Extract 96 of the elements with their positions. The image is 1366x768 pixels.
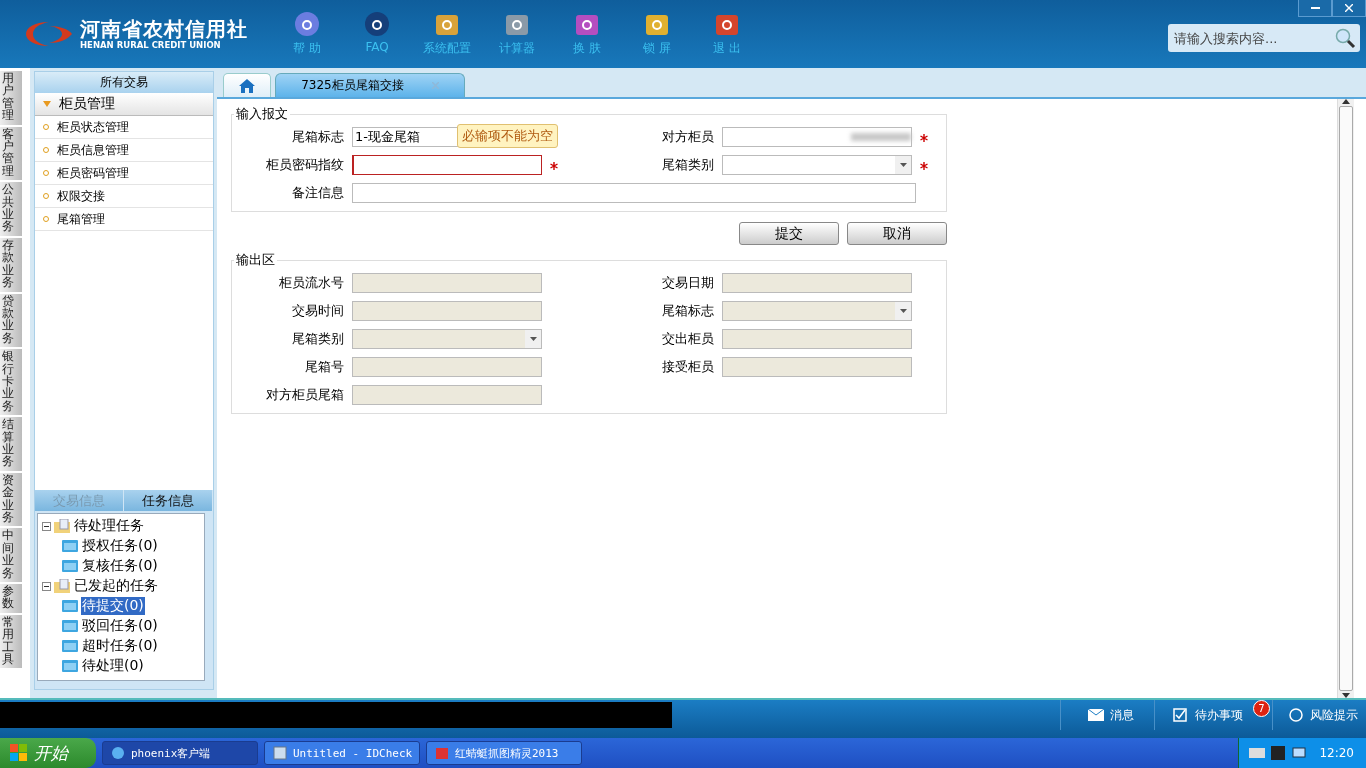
side-tab[interactable]: 客户管理 bbox=[0, 126, 22, 181]
tree-item[interactable]: 待提交(0) bbox=[81, 597, 145, 615]
side-tab[interactable]: 中间业务 bbox=[0, 528, 22, 583]
search-icon bbox=[1334, 27, 1356, 49]
window-icon bbox=[273, 746, 287, 760]
folder-icon bbox=[62, 660, 78, 672]
scroll-up-icon bbox=[1342, 99, 1350, 104]
tree-item[interactable]: 已发起的任务 bbox=[73, 577, 159, 595]
side-tab[interactable]: 银行卡业务 bbox=[0, 349, 22, 416]
input-field[interactable] bbox=[722, 127, 912, 147]
validation-tooltip: 必输项不能为空 bbox=[457, 124, 558, 148]
input-field[interactable] bbox=[722, 329, 912, 349]
tree-item[interactable]: 复核任务(0) bbox=[81, 557, 159, 575]
input-field[interactable] bbox=[352, 183, 917, 203]
input-field[interactable] bbox=[352, 155, 542, 175]
logo-subtitle: HENAN RURAL CREDIT UNION bbox=[80, 39, 222, 51]
search-field[interactable]: 请输入搜索内容... bbox=[1168, 24, 1360, 52]
caret-icon bbox=[43, 101, 51, 107]
close-icon bbox=[1345, 4, 1353, 12]
section-title: 输入报文 bbox=[235, 105, 289, 123]
side-tab[interactable]: 常用工具 bbox=[0, 614, 22, 669]
tree-item[interactable]: 授权任务(0) bbox=[81, 537, 159, 555]
section-title: 输出区 bbox=[235, 251, 276, 269]
dropdown-field[interactable] bbox=[352, 329, 542, 349]
field-label: 对方柜员 bbox=[661, 128, 714, 146]
input-field[interactable] bbox=[722, 357, 912, 377]
side-tab[interactable]: 资金业务 bbox=[0, 472, 22, 527]
caret-icon bbox=[529, 337, 537, 341]
panel-tab[interactable]: 任务信息 bbox=[124, 490, 213, 511]
side-tab[interactable]: 存款业务 bbox=[0, 237, 22, 292]
close-button[interactable] bbox=[1332, 0, 1366, 17]
field-label: 柜员流水号 bbox=[278, 274, 344, 292]
status-button[interactable]: 待办事项 7 bbox=[1154, 700, 1272, 730]
home-icon bbox=[239, 78, 255, 93]
field-label: 对方柜员尾箱 bbox=[265, 386, 344, 404]
field-label: 尾箱标志 bbox=[291, 128, 344, 146]
tree-item[interactable]: 待处理任务 bbox=[73, 517, 145, 535]
field-label: 尾箱类别 bbox=[291, 330, 344, 348]
close-icon bbox=[431, 82, 439, 89]
status-button[interactable]: 风险提示 bbox=[1272, 700, 1366, 730]
form-button[interactable]: 取消 bbox=[847, 222, 947, 245]
menu-group[interactable]: 柜员管理 bbox=[35, 93, 213, 116]
input-field[interactable] bbox=[352, 273, 542, 293]
folder-icon bbox=[54, 519, 70, 533]
dropdown-field[interactable] bbox=[722, 301, 912, 321]
folder-icon bbox=[62, 560, 78, 572]
folder-icon bbox=[62, 620, 78, 632]
taskbar-button[interactable]: 红蜻蜓抓图精灵2013 bbox=[426, 741, 582, 765]
mail-icon bbox=[1087, 708, 1104, 722]
field-label: 交出柜员 bbox=[661, 330, 714, 348]
minimize-button[interactable] bbox=[1298, 0, 1332, 17]
folder-icon bbox=[62, 640, 78, 652]
side-tab[interactable]: 公共业务 bbox=[0, 182, 22, 236]
side-tab[interactable]: 参数 bbox=[0, 584, 22, 613]
side-tab[interactable]: 用户管理 bbox=[0, 71, 22, 125]
taskbar-button[interactable]: Untitled - IDCheck bbox=[264, 741, 420, 765]
status-button[interactable]: 消息 bbox=[1060, 700, 1154, 730]
field-label: 尾箱号 bbox=[304, 358, 344, 376]
side-tab[interactable]: 贷款业务 bbox=[0, 293, 22, 348]
logo-icon bbox=[24, 20, 74, 48]
input-field[interactable] bbox=[352, 357, 542, 377]
caret-icon bbox=[899, 163, 907, 167]
dropdown-field[interactable] bbox=[722, 155, 912, 175]
folder-icon bbox=[62, 600, 78, 612]
scrollbar[interactable] bbox=[1337, 99, 1354, 698]
field-label: 交易日期 bbox=[661, 274, 714, 292]
side-tab[interactable]: 结算业务 bbox=[0, 417, 22, 471]
field-label: 柜员密码指纹 bbox=[265, 156, 344, 174]
caret-icon bbox=[899, 309, 907, 313]
field-label: 备注信息 bbox=[291, 184, 344, 202]
field-label: 接受柜员 bbox=[661, 358, 714, 376]
search-input[interactable]: 请输入搜索内容... bbox=[1172, 29, 1334, 47]
windows-logo-icon bbox=[10, 744, 28, 762]
checkbox-icon bbox=[1172, 708, 1189, 722]
tree-item[interactable]: 待处理(0) bbox=[81, 657, 145, 675]
logo-title: 河南省农村信用社 bbox=[80, 17, 248, 40]
field-label: 尾箱类别 bbox=[661, 156, 714, 174]
blurred-value bbox=[851, 133, 911, 141]
home-tab[interactable] bbox=[223, 73, 271, 97]
minimize-icon bbox=[1310, 7, 1320, 9]
tree-item[interactable]: 驳回任务(0) bbox=[81, 617, 159, 635]
clock: 12:20 bbox=[1319, 746, 1354, 760]
field-label: 交易时间 bbox=[291, 302, 344, 320]
taskbar-button[interactable]: phoenix客户端 bbox=[102, 741, 258, 765]
form-button[interactable]: 提交 bbox=[739, 222, 839, 245]
start-button[interactable]: 开始 bbox=[0, 738, 96, 768]
folder-icon bbox=[62, 540, 78, 552]
panel-title: 所有交易 bbox=[35, 72, 213, 93]
field-label: 尾箱标志 bbox=[661, 302, 714, 320]
tree-item[interactable]: 超时任务(0) bbox=[81, 637, 159, 655]
input-field[interactable] bbox=[352, 385, 542, 405]
document-tab[interactable]: 7325柜员尾箱交接 bbox=[275, 73, 465, 97]
count-badge: 7 bbox=[1253, 700, 1270, 717]
input-field[interactable] bbox=[722, 273, 912, 293]
folder-icon bbox=[54, 579, 70, 593]
input-field[interactable] bbox=[352, 301, 542, 321]
